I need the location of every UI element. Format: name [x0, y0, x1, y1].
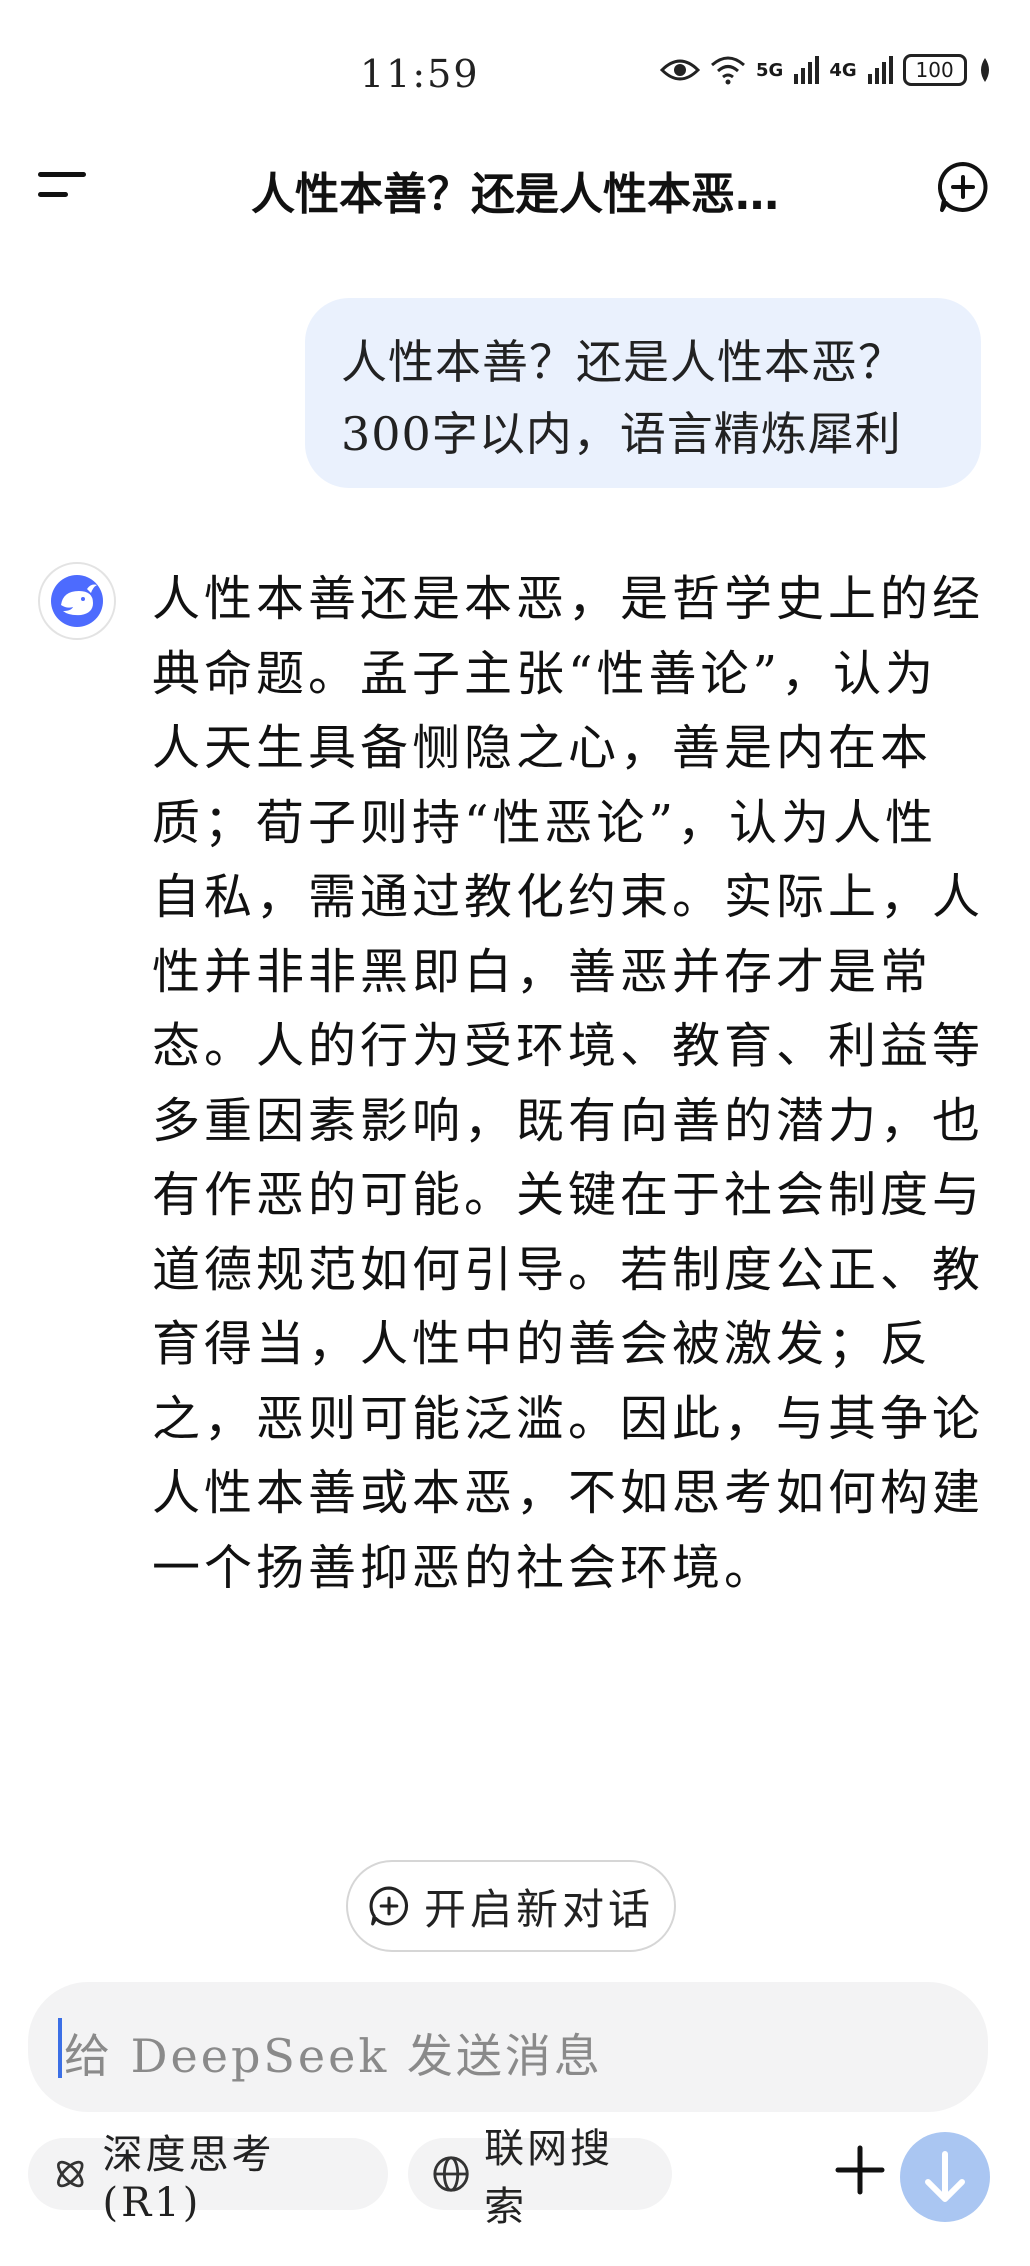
status-icons: 5G 4G 100 — [660, 54, 993, 86]
whale-logo-icon — [51, 575, 103, 627]
battery-indicator: 100 — [902, 54, 967, 86]
signal-bars-icon — [867, 56, 893, 84]
scroll-down-button[interactable] — [900, 2132, 990, 2222]
message-input-placeholder: 给 DeepSeek 发送消息 — [64, 2029, 603, 2083]
answer-line: 人天生具备恻隐之心，善是内在本 — [152, 720, 933, 776]
answer-line: 育得当，人性中的善会被激发；反 — [152, 1316, 933, 1372]
new-chat-button[interactable]: 开启新对话 — [346, 1860, 676, 1952]
signal-5g-label: 5G — [756, 59, 784, 81]
new-chat-icon[interactable] — [936, 160, 990, 214]
answer-line: 自私，需通过教化约束。实际上，人 — [152, 869, 985, 925]
deep-think-label: 深度思考 (R1) — [102, 2132, 275, 2226]
chat-title: 人性本善？还是人性本恶… — [251, 169, 779, 220]
answer-line: 典命题。孟子主张“性善论”，认为 — [152, 645, 938, 702]
globe-icon — [433, 2156, 469, 2192]
status-bar: 11:59 5G 4G 100 — [0, 0, 1030, 130]
answer-line: 态。人的行为受环境、教育、利益等 — [152, 1018, 985, 1074]
message-input[interactable]: 给 DeepSeek 发送消息 — [28, 1982, 988, 2112]
answer-line: 有作恶的可能。关键在于社会制度与 — [152, 1167, 985, 1223]
status-time: 11:59 — [360, 52, 480, 96]
web-search-toggle[interactable]: 联网搜索 — [408, 2126, 672, 2230]
chat-header: 人性本善？还是人性本恶… — [0, 140, 1030, 230]
wifi-icon — [711, 56, 745, 85]
plus-icon[interactable] — [830, 2140, 890, 2200]
answer-line: 一个扬善抑恶的社会环境。 — [152, 1539, 777, 1596]
eye-icon — [660, 59, 700, 81]
deep-think-toggle[interactable]: 深度思考 (R1) — [28, 2132, 388, 2226]
answer-line: 性并非非黑即白，善恶并存才是常 — [152, 943, 933, 1000]
answer-line: 道德规范如何引导。若制度公正、教 — [152, 1241, 985, 1298]
new-chat-label: 开启新对话 — [423, 1884, 654, 1934]
arrow-down-icon — [925, 2151, 965, 2202]
answer-line: 多重因素影响，既有向善的潜力，也 — [152, 1092, 985, 1149]
new-chat-icon — [369, 1886, 409, 1926]
web-search-label: 联网搜索 — [484, 2126, 614, 2230]
user-message-bubble[interactable]: 人性本善？还是人性本恶？ 300字以内，语言精炼犀利 — [305, 298, 981, 488]
user-message-line: 人性本善？还是人性本恶？ — [341, 335, 905, 389]
signal-bars-icon — [794, 56, 820, 84]
text-caret — [58, 2018, 62, 2078]
menu-icon[interactable] — [38, 168, 90, 202]
signal-4g-label: 4G — [829, 59, 857, 81]
answer-line: 人性本善或本恶，不如思考如何构建 — [152, 1465, 985, 1521]
leaf-icon — [980, 58, 989, 82]
assistant-message: 人性本善还是本恶，是哲学史上的经 典命题。孟子主张“性善论”，认为 人天生具备恻… — [152, 562, 982, 1605]
answer-line: 人性本善还是本恶，是哲学史上的经 — [152, 571, 985, 627]
assistant-avatar — [38, 562, 116, 640]
answer-line: 质；荀子则持“性恶论”，认为人性 — [152, 794, 938, 851]
atom-icon — [57, 2160, 84, 2188]
answer-line: 之，恶则可能泛滥。因此，与其争论 — [152, 1390, 985, 1447]
user-message-line: 300字以内，语言精炼犀利 — [341, 407, 902, 461]
